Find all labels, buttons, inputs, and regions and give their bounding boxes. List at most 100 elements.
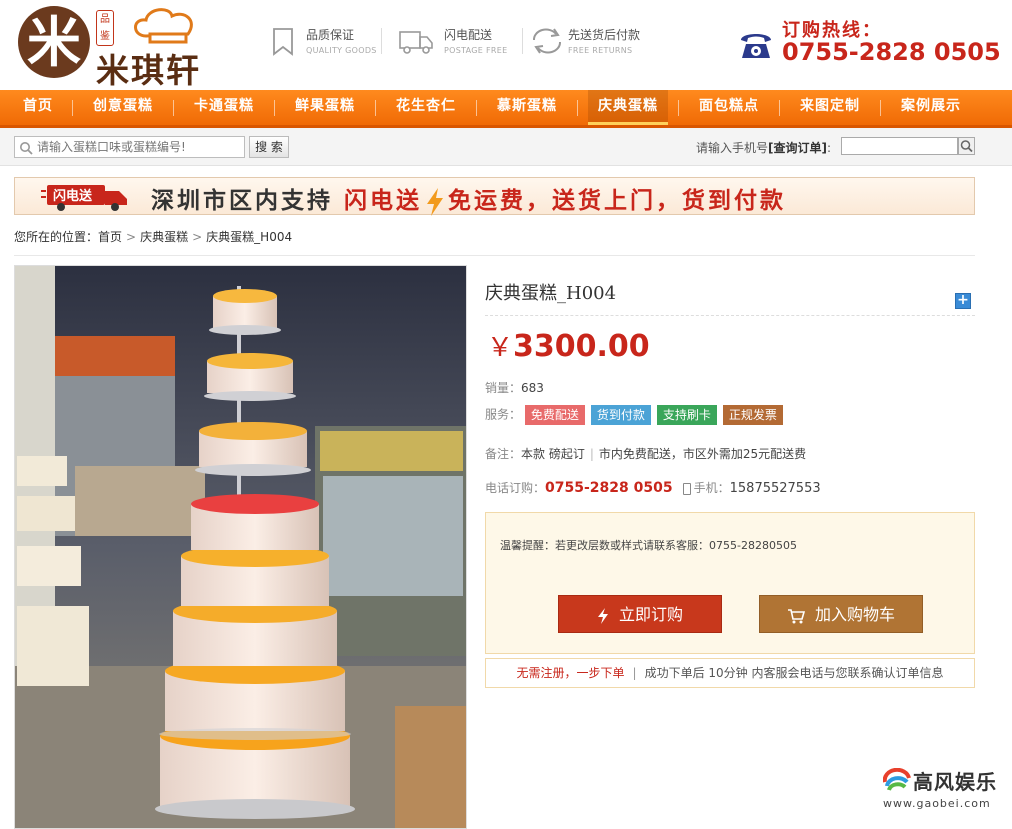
phone-label: 电话订购： — [485, 481, 546, 495]
logo-mark-char: 米 — [27, 10, 81, 74]
logo-name: 米琪轩 — [96, 51, 201, 90]
search-icon — [20, 142, 33, 155]
order-tip-box: 温馨提醒：若更改层数或样式请联系客服：0755-28280505 立即订购 加入… — [485, 512, 975, 654]
lightning-bolt-icon — [427, 187, 444, 216]
nav-item-custom[interactable]: 来图定制 — [789, 90, 871, 125]
delivery-banner: 闪电送 深圳市区内支持 闪电送 免运费，送货上门，货到付款 — [14, 177, 975, 217]
watermark-url: www.gaobei.com — [883, 797, 991, 810]
price-currency: ￥ — [487, 333, 514, 363]
mobile-label: 手机： — [693, 481, 730, 495]
note-label: 备注： — [485, 447, 522, 461]
order-query-label: 请输入手机号[查询订单]: — [696, 139, 831, 156]
order-query-colon: : — [827, 141, 832, 155]
price-amount: 3300.00 — [513, 329, 650, 364]
banner-text-flash: 闪电送 — [344, 188, 423, 214]
breadcrumb-current: 庆典蛋糕_H004 — [206, 230, 293, 244]
nav-item-mousse[interactable]: 慕斯蛋糕 — [486, 90, 568, 125]
banner-badge: 闪电送 — [53, 188, 93, 204]
logo-mark: 米 — [18, 6, 90, 78]
main-nav: 首页 创意蛋糕 卡通蛋糕 鲜果蛋糕 花生杏仁 慕斯蛋糕 庆典蛋糕 面包糕点 来图… — [0, 90, 1012, 128]
nav-item-creative[interactable]: 创意蛋糕 — [82, 90, 164, 125]
nav-item-bread[interactable]: 面包糕点 — [688, 90, 770, 125]
divider — [14, 255, 975, 256]
separator: | — [632, 666, 637, 680]
service-tag-card-payment: 支持刷卡 — [656, 405, 717, 425]
nav-divider — [678, 100, 679, 116]
divider — [381, 28, 382, 54]
breadcrumb: 您所在的位置：首页 > 庆典蛋糕 > 庆典蛋糕_H004 — [14, 228, 292, 245]
search-icon — [960, 140, 973, 153]
breadcrumb-prefix: 您所在的位置： — [14, 230, 99, 244]
nav-item-peanut-almond[interactable]: 花生杏仁 — [385, 90, 467, 125]
nav-item-celebration[interactable]: 庆典蛋糕 — [588, 90, 668, 125]
banner-text-area: 深圳市区内支持 — [151, 188, 333, 214]
divider — [485, 315, 975, 316]
shopping-cart-icon — [787, 608, 805, 623]
order-hotline: 订购热线： 0755-2828 0505 — [738, 16, 1001, 72]
separator: | — [589, 447, 594, 461]
lightning-bolt-icon — [597, 607, 608, 624]
search-button[interactable]: 搜 索 — [249, 136, 289, 158]
feature-quality: 品质保证 QUALITY GOODS — [268, 22, 388, 62]
search-box — [14, 136, 245, 158]
sales-count: 683 — [521, 381, 544, 395]
order-query-prompt: 请输入手机号 — [696, 141, 769, 155]
feature-subtitle: POSTAGE FREE — [444, 46, 508, 55]
banner-text: 深圳市区内支持 闪电送 免运费，送货上门，货到付款 — [151, 181, 786, 217]
phone-query-input[interactable] — [841, 137, 958, 155]
breadcrumb-home[interactable]: 首页 — [98, 230, 122, 244]
divider — [522, 28, 523, 54]
product-image[interactable] — [14, 265, 467, 829]
watermark-name: 高风娱乐 — [913, 770, 997, 794]
feature-subtitle: QUALITY GOODS — [306, 46, 377, 55]
site-header: 米 品鉴 米琪轩 品质保证 QUALITY GOODS 闪电配送 POSTAGE… — [0, 0, 1012, 90]
return-arrows-icon — [533, 28, 561, 54]
buy-now-label: 立即订购 — [618, 605, 683, 624]
telephone-icon — [741, 34, 771, 58]
nav-item-fruit[interactable]: 鲜果蛋糕 — [284, 90, 366, 125]
search-bar: 搜 索 请输入手机号[查询订单]: — [0, 128, 1012, 166]
mobile-phone-icon — [682, 482, 691, 495]
service-tag-invoice: 正规发票 — [722, 405, 783, 425]
feature-delivery: 闪电配送 POSTAGE FREE — [398, 22, 528, 62]
feature-title: 先送货后付款 — [568, 28, 641, 42]
nav-divider — [779, 100, 780, 116]
services-row: 服务： 免费配送 货到付款 支持刷卡 正规发票 — [485, 405, 789, 425]
nav-item-home[interactable]: 首页 — [10, 90, 66, 125]
add-to-cart-button[interactable]: 加入购物车 — [759, 595, 923, 633]
chevron-right-icon: > — [126, 230, 137, 244]
feature-title: 闪电配送 — [444, 28, 493, 42]
note-row: 备注：本款 磅起订 | 市内免费配送，市区外需加25元配送费 — [485, 445, 806, 462]
service-tag-free-delivery: 免费配送 — [524, 405, 585, 425]
expand-plus-icon[interactable]: + — [955, 293, 971, 309]
feature-pay-later: 先送货后付款 FREE RETURNS — [530, 22, 670, 62]
sales-label: 销量： — [485, 381, 522, 395]
nav-divider — [72, 100, 73, 116]
chevron-right-icon: > — [192, 230, 203, 244]
phone-number: 0755-2828 0505 — [545, 480, 673, 496]
nav-divider — [476, 100, 477, 116]
add-to-cart-label: 加入购物车 — [814, 605, 895, 624]
nav-divider — [577, 100, 578, 116]
hotline-number: 0755-2828 0505 — [782, 38, 1001, 66]
order-query-button[interactable] — [958, 137, 975, 155]
nav-item-cartoon[interactable]: 卡通蛋糕 — [183, 90, 265, 125]
feature-subtitle: FREE RETURNS — [568, 46, 633, 55]
lightning-delivery-truck-icon: 闪电送 — [41, 185, 127, 211]
buy-now-button[interactable]: 立即订购 — [558, 595, 722, 633]
banner-text-benefits: 免运费，送货上门，货到付款 — [448, 188, 787, 214]
sales-row: 销量：683 — [485, 379, 544, 396]
product-price: ￥3300.00 — [487, 327, 650, 364]
nav-item-cases[interactable]: 案例展示 — [890, 90, 972, 125]
bookmark-icon — [273, 28, 293, 56]
site-logo[interactable]: 米 品鉴 米琪轩 — [18, 6, 228, 90]
cake-photo — [15, 266, 466, 828]
site-watermark: 高风娱乐 www.gaobei.com — [883, 766, 1003, 816]
note-min-order: 本款 磅起订 — [521, 447, 585, 461]
service-tag-cash-on-delivery: 货到付款 — [590, 405, 651, 425]
search-input[interactable] — [37, 137, 242, 157]
order-query-link[interactable]: [查询订单] — [768, 141, 827, 155]
nav-divider — [274, 100, 275, 116]
nav-divider — [375, 100, 376, 116]
breadcrumb-category[interactable]: 庆典蛋糕 — [140, 230, 188, 244]
